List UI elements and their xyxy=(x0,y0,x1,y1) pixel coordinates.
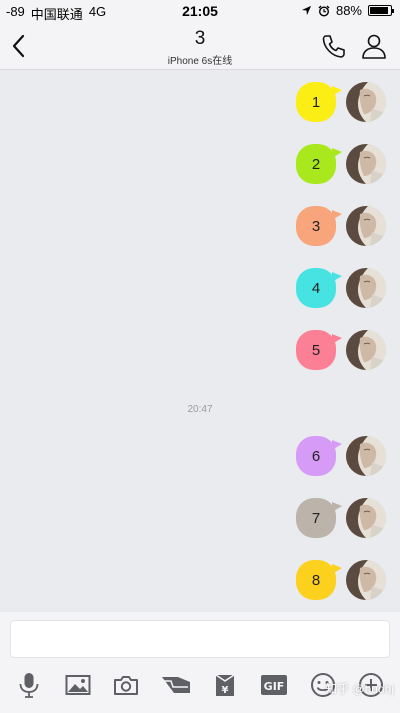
input-area: ¥ GIF xyxy=(0,612,400,713)
message-bubble[interactable]: 1 xyxy=(296,82,342,122)
gif-label: GIF xyxy=(264,680,285,693)
message-input[interactable] xyxy=(10,620,390,658)
message-row: 5 xyxy=(0,326,400,374)
gif-icon[interactable]: GIF xyxy=(256,668,292,702)
avatar[interactable] xyxy=(346,560,386,600)
message-row: 1 xyxy=(0,78,400,126)
avatar[interactable] xyxy=(346,436,386,476)
message-bubble[interactable]: 5 xyxy=(296,330,342,370)
message-row: 4 xyxy=(0,264,400,312)
message-bubble[interactable]: 3 xyxy=(296,206,342,246)
message-bubble[interactable]: 6 xyxy=(296,436,342,476)
shake-icon[interactable] xyxy=(158,668,194,702)
red-packet-icon[interactable]: ¥ xyxy=(208,668,242,702)
message-row: 3 xyxy=(0,202,400,250)
battery-icon xyxy=(368,5,394,16)
alarm-icon xyxy=(318,5,330,17)
message-bubble[interactable]: 4 xyxy=(296,268,342,308)
yuan-label: ¥ xyxy=(222,685,229,696)
message-bubble[interactable]: 7 xyxy=(296,498,342,538)
status-right: 88% xyxy=(301,3,394,18)
message-timestamp: 20:47 xyxy=(187,404,213,415)
phone-icon[interactable] xyxy=(320,32,348,60)
chat-screen: -89 中国联通 4G 21:05 88% 3 iPhone 6s在线 1 2 3 4… xyxy=(0,0,400,713)
battery-percent: 88% xyxy=(335,3,362,18)
location-icon xyxy=(301,5,312,16)
battery-fill xyxy=(370,7,388,14)
message-row: 2 xyxy=(0,140,400,188)
chat-header: 3 iPhone 6s在线 xyxy=(0,22,400,70)
avatar[interactable] xyxy=(346,498,386,538)
avatar[interactable] xyxy=(346,268,386,308)
message-row: 6 xyxy=(0,432,400,480)
microphone-icon[interactable] xyxy=(12,668,46,702)
status-bar: -89 中国联通 4G 21:05 88% xyxy=(0,0,400,22)
avatar[interactable] xyxy=(346,206,386,246)
profile-icon[interactable] xyxy=(360,32,388,60)
image-icon[interactable] xyxy=(61,668,95,702)
message-row: 7 xyxy=(0,494,400,542)
message-bubble[interactable]: 2 xyxy=(296,144,342,184)
camera-icon[interactable] xyxy=(109,668,143,702)
avatar[interactable] xyxy=(346,144,386,184)
watermark: 知乎 @huohj xyxy=(325,682,394,696)
avatar[interactable] xyxy=(346,82,386,122)
avatar[interactable] xyxy=(346,330,386,370)
message-bubble[interactable]: 8 xyxy=(296,560,342,600)
message-row: 8 xyxy=(0,556,400,604)
